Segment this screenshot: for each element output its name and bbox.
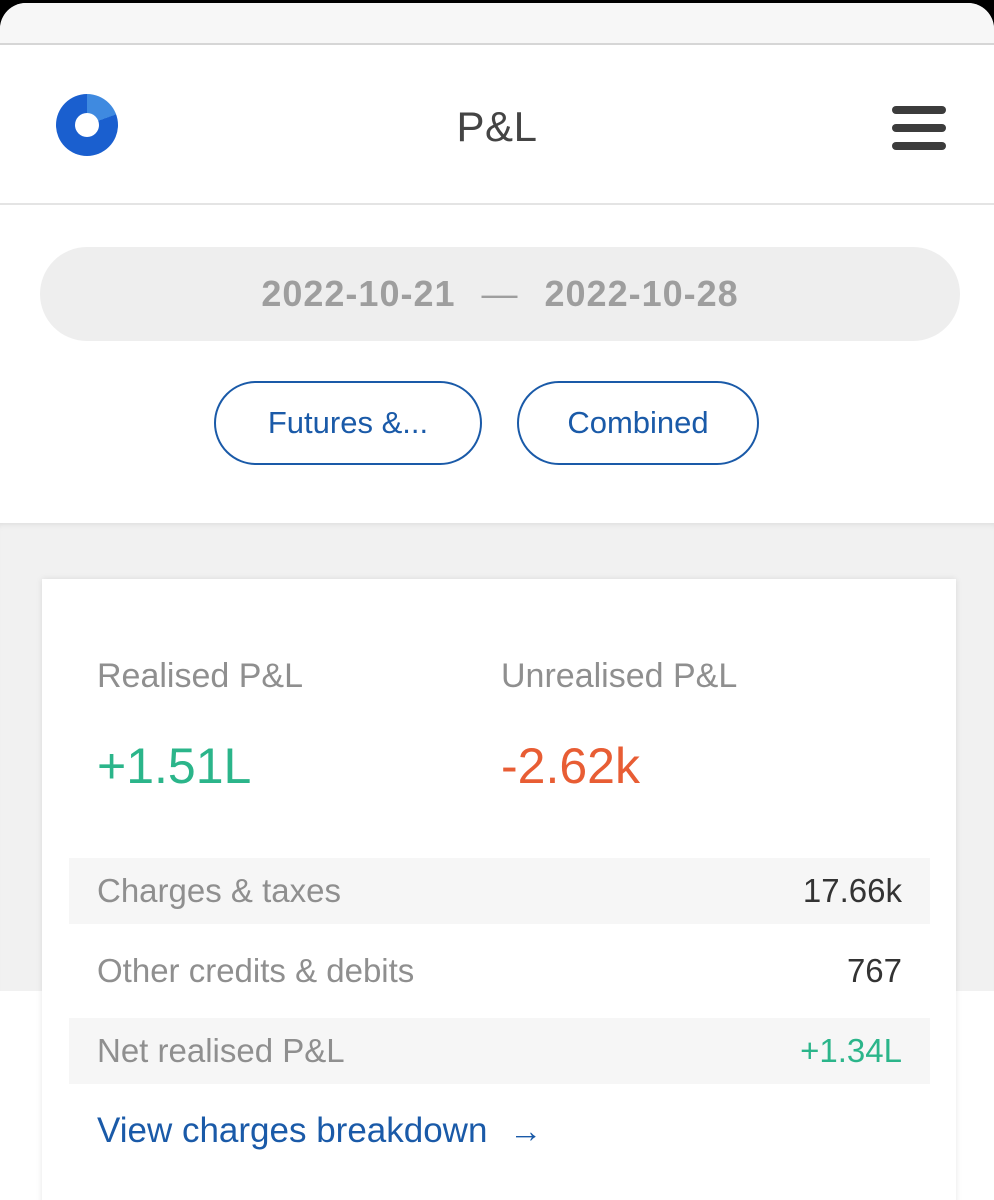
view-charges-breakdown-link[interactable]: View charges breakdown → xyxy=(97,1111,542,1151)
menu-bar xyxy=(892,142,946,150)
filter-area: 2022-10-21 — 2022-10-28 Futures &... Com… xyxy=(0,207,994,523)
row-label: Charges & taxes xyxy=(97,872,341,909)
app-header: P&L xyxy=(0,47,994,205)
pnl-summary-card: Realised P&L +1.51L Unrealised P&L -2.62… xyxy=(42,579,956,1200)
date-to: 2022-10-28 xyxy=(544,273,739,314)
row-value: +1.34L xyxy=(800,1032,902,1069)
page-title: P&L xyxy=(456,103,538,150)
menu-bar xyxy=(892,106,946,114)
row-value: 17.66k xyxy=(802,872,902,909)
menu-bar xyxy=(892,124,946,132)
app-screen: P&L 2022-10-21 — 2022-10-28 Futures &...… xyxy=(0,3,994,1200)
link-label: View charges breakdown xyxy=(97,1111,488,1150)
browser-top-strip xyxy=(0,3,994,45)
mode-filter-button[interactable]: Combined xyxy=(517,381,759,465)
arrow-right-icon: → xyxy=(509,1112,543,1149)
row-label: Net realised P&L xyxy=(97,1032,345,1069)
hamburger-menu-icon[interactable] xyxy=(890,103,948,153)
unrealised-pnl-value: -2.62k xyxy=(501,738,640,794)
unrealised-pnl-label: Unrealised P&L xyxy=(501,657,738,695)
row-label: Other credits & debits xyxy=(97,952,415,989)
realised-pnl-value: +1.51L xyxy=(97,738,252,794)
device-frame: P&L 2022-10-21 — 2022-10-28 Futures &...… xyxy=(0,0,994,1200)
segment-filter-button[interactable]: Futures &... xyxy=(214,381,482,465)
other-credits-debits-row: Other credits & debits 767 xyxy=(69,938,930,1004)
date-range-picker[interactable]: 2022-10-21 — 2022-10-28 xyxy=(40,247,960,341)
date-separator: — xyxy=(481,273,519,314)
realised-pnl-label: Realised P&L xyxy=(97,657,304,695)
net-realised-pnl-row: Net realised P&L +1.34L xyxy=(69,1018,930,1084)
charges-taxes-row: Charges & taxes 17.66k xyxy=(69,858,930,924)
row-value: 767 xyxy=(846,952,902,989)
date-from: 2022-10-21 xyxy=(261,273,456,314)
